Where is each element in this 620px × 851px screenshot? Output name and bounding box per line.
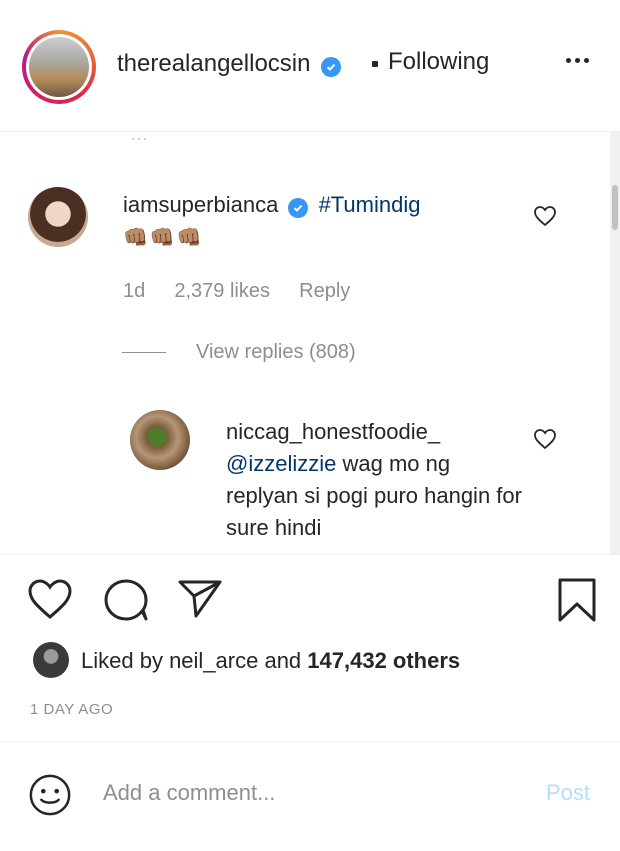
share-icon[interactable] bbox=[176, 578, 224, 625]
comment-time: 1d bbox=[123, 280, 146, 302]
reply-username[interactable]: niccag_honestfoodie_ bbox=[226, 419, 440, 444]
reply-like-icon[interactable] bbox=[533, 428, 557, 455]
replies-divider bbox=[122, 352, 166, 353]
reply-avatar[interactable] bbox=[130, 410, 190, 470]
reply-mention[interactable]: @izzelizzie bbox=[226, 451, 336, 476]
comment-hashtag[interactable]: #Tumindig bbox=[319, 192, 421, 217]
post-header: therealangellocsin Following bbox=[0, 0, 620, 132]
post-timestamp[interactable]: 1 DAY AGO bbox=[30, 701, 113, 718]
author-username-row: therealangellocsin bbox=[117, 50, 342, 78]
comment-bar bbox=[0, 741, 620, 851]
liker-avatar[interactable] bbox=[33, 642, 69, 678]
reply-body: niccag_honestfoodie_ @izzelizzie wag mo … bbox=[226, 416, 526, 544]
reply-link[interactable]: Reply bbox=[299, 280, 350, 302]
verified-badge-icon bbox=[288, 198, 309, 218]
more-options-icon[interactable] bbox=[566, 50, 593, 68]
likes-prefix: Liked by bbox=[81, 648, 170, 673]
verified-badge-icon bbox=[321, 57, 342, 77]
author-avatar[interactable] bbox=[22, 30, 96, 104]
separator-dot bbox=[372, 61, 378, 67]
view-replies-link[interactable]: View replies (808) bbox=[196, 341, 356, 364]
action-bar-divider bbox=[0, 554, 620, 555]
likes-middle: and bbox=[258, 648, 308, 673]
save-icon[interactable] bbox=[556, 576, 598, 629]
like-icon[interactable] bbox=[26, 577, 74, 626]
following-button[interactable]: Following bbox=[388, 48, 489, 76]
author-username[interactable]: therealangellocsin bbox=[117, 50, 310, 77]
comment-emoji: 👊🏽👊🏽👊🏽 bbox=[123, 227, 204, 249]
partial-text: … bbox=[130, 132, 148, 144]
scrollbar-thumb[interactable] bbox=[612, 185, 618, 230]
liker-username[interactable]: neil_arce bbox=[169, 648, 258, 673]
post-button[interactable]: Post bbox=[546, 780, 590, 806]
comments-list: … iamsuperbianca #Tumindig 👊🏽👊🏽👊🏽 1d 2,3… bbox=[0, 132, 610, 554]
comment-input[interactable]: Add a comment... bbox=[103, 780, 275, 806]
comment-meta: 1d 2,379 likes Reply bbox=[123, 280, 350, 303]
emoji-picker-icon[interactable] bbox=[27, 772, 73, 823]
comment-icon[interactable] bbox=[102, 577, 150, 628]
comment-likes[interactable]: 2,379 likes bbox=[174, 280, 270, 302]
commenter-avatar[interactable] bbox=[28, 187, 88, 247]
comment-like-icon[interactable] bbox=[533, 205, 557, 232]
likes-summary: Liked by neil_arce and 147,432 others bbox=[81, 648, 460, 674]
comment-header: iamsuperbianca #Tumindig bbox=[123, 192, 420, 218]
likes-count[interactable]: 147,432 others bbox=[307, 648, 460, 673]
commenter-username[interactable]: iamsuperbianca bbox=[123, 192, 278, 217]
